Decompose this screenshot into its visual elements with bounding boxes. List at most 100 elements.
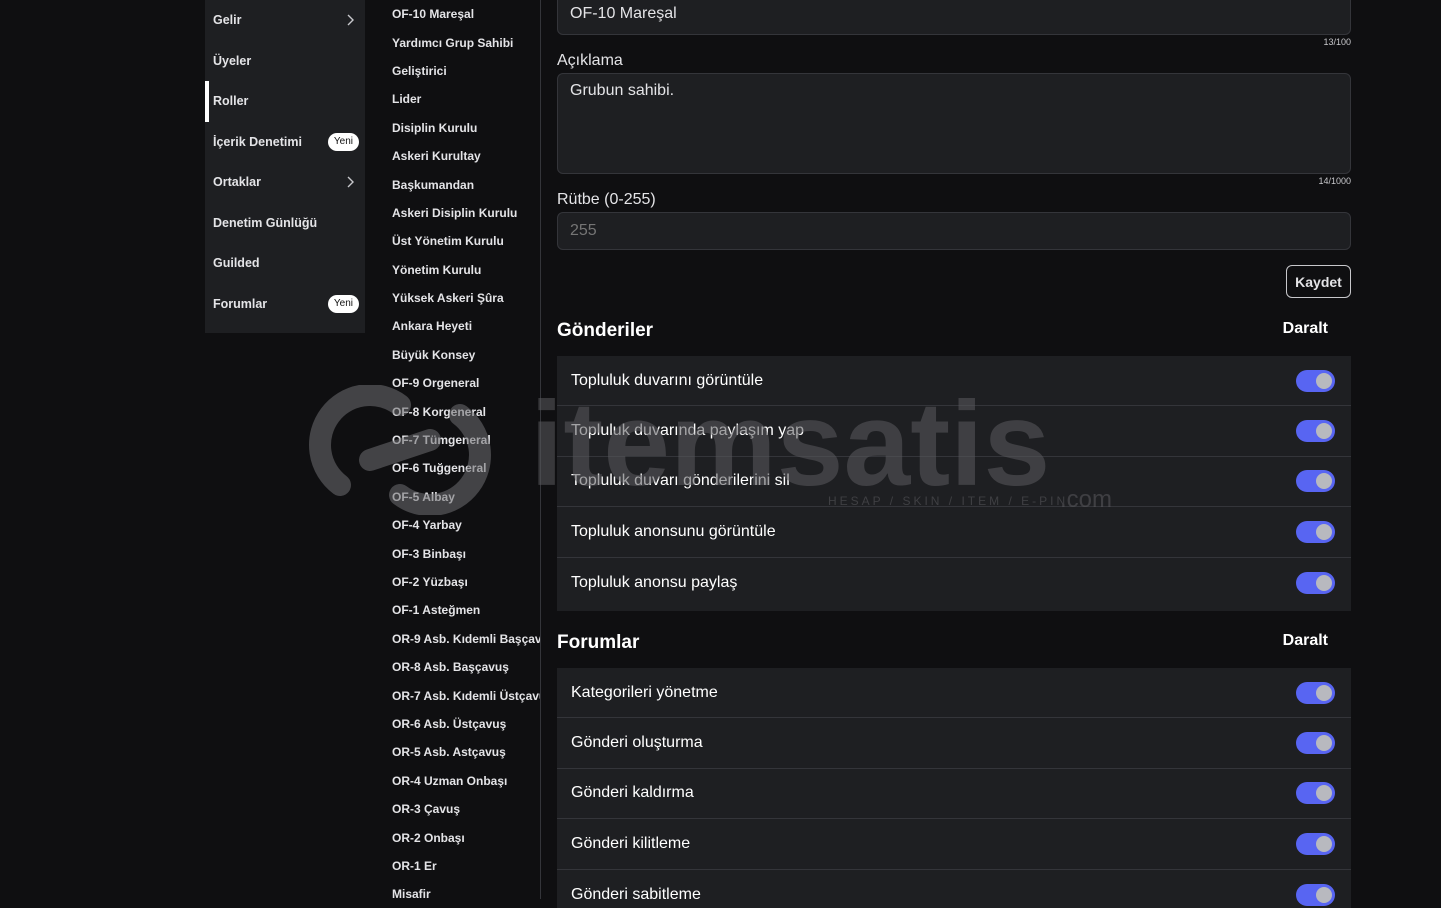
role-item[interactable]: OF-5 Albay <box>385 483 540 511</box>
role-item[interactable]: OR-1 Er <box>385 852 540 880</box>
permission-toggle[interactable] <box>1296 832 1335 855</box>
toggle-knob <box>1316 684 1332 701</box>
description-label: Açıklama <box>557 52 623 69</box>
role-item[interactable]: Büyük Konsey <box>385 341 540 369</box>
role-item[interactable]: OR-3 Çavuş <box>385 795 540 823</box>
role-item[interactable]: Ankara Heyeti <box>385 312 540 340</box>
role-item[interactable]: OR-6 Asb. Üstçavuş <box>385 710 540 738</box>
vertical-divider <box>540 0 541 899</box>
sidebar-item-label: Roller <box>213 94 249 109</box>
sidebar-item-3[interactable]: İçerik Denetimi Yeni <box>205 122 365 163</box>
role-item[interactable]: Lider <box>385 85 540 113</box>
permission-toggle[interactable] <box>1296 883 1335 906</box>
permission-row: Topluluk duvarını görüntüle <box>557 356 1351 407</box>
role-item[interactable]: Başkumandan <box>385 170 540 198</box>
role-item[interactable]: Yardımcı Grup Sahibi <box>385 28 540 56</box>
posts-section-title: Gönderiler <box>557 320 654 341</box>
role-item[interactable]: Disiplin Kurulu <box>385 114 540 142</box>
permission-label: Gönderi oluşturma <box>571 734 703 752</box>
permission-label: Topluluk duvarında paylaşım yap <box>571 422 805 440</box>
toggle-knob <box>1316 473 1332 490</box>
sidebar-item-5[interactable]: Denetim Günlüğü <box>205 203 365 244</box>
description-counter: 14/1000 <box>1318 176 1351 186</box>
permission-label: Topluluk anonsu paylaş <box>571 573 738 591</box>
sidebar-item-label: Denetim Günlüğü <box>213 215 318 230</box>
roles-list: OF-10 Mareşal Yardımcı Grup Sahibi Gelişti… <box>385 0 540 899</box>
role-item[interactable]: OF-6 Tuğgeneral <box>385 454 540 482</box>
role-item[interactable]: OR-9 Asb. Kıdemli Başçavuş <box>385 625 540 653</box>
role-item[interactable]: OF-2 Yüzbaşı <box>385 568 540 596</box>
permission-row: Topluluk duvarı gönderilerini sil <box>557 457 1351 508</box>
sidebar-item-1[interactable]: Üyeler <box>205 41 365 82</box>
rank-input[interactable] <box>557 212 1351 250</box>
toggle-knob <box>1316 574 1332 591</box>
role-item[interactable]: OR-2 Onbaşı <box>385 823 540 851</box>
permission-row: Topluluk anonsunu görüntüle <box>557 507 1351 558</box>
role-item[interactable]: Askeri Disiplin Kurulu <box>385 199 540 227</box>
toggle-knob <box>1316 886 1332 903</box>
role-item[interactable]: OR-8 Asb. Başçavuş <box>385 653 540 681</box>
role-item[interactable]: OF-3 Binbaşı <box>385 539 540 567</box>
sidebar-item-label: Gelir <box>213 13 242 28</box>
sidebar-item-6[interactable]: Guilded <box>205 243 365 284</box>
sidebar-item-7[interactable]: Forumlar Yeni <box>205 284 365 325</box>
role-item[interactable]: OF-10 Mareşal <box>385 0 540 28</box>
permission-label: Topluluk anonsunu görüntüle <box>571 522 776 540</box>
sidebar-item-label: Üyeler <box>213 53 252 68</box>
toggle-knob <box>1316 735 1332 752</box>
sidebar-item-label: Forumlar <box>213 296 268 311</box>
permission-row: Kategorileri yönetme <box>557 668 1351 719</box>
role-item[interactable]: Misafir <box>385 880 540 899</box>
permission-row: Topluluk anonsu paylaş <box>557 558 1351 608</box>
sidebar-item-2[interactable]: Roller <box>205 81 365 122</box>
settings-sidebar: Gelir Üyeler Roller İçerik Denetimi Yeni Orta… <box>205 0 365 333</box>
sidebar-item-4[interactable]: Ortaklar <box>205 162 365 203</box>
role-item[interactable]: OF-7 Tümgeneral <box>385 426 540 454</box>
permission-row: Gönderi kilitleme <box>557 819 1351 870</box>
permission-toggle[interactable] <box>1296 470 1335 493</box>
chevron-right-icon <box>347 176 354 188</box>
role-editor: 13/100 Açıklama Grubun sahibi. 14/1000 R… <box>557 0 1351 908</box>
permission-row: Topluluk duvarında paylaşım yap <box>557 406 1351 457</box>
toggle-knob <box>1316 835 1332 852</box>
forums-section-title: Forumlar <box>557 632 640 653</box>
role-item[interactable]: Üst Yönetim Kurulu <box>385 227 540 255</box>
toggle-knob <box>1316 523 1332 540</box>
role-item[interactable]: OR-7 Asb. Kıdemli Üstçavuş <box>385 681 540 709</box>
description-textarea[interactable]: Grubun sahibi. <box>557 73 1351 174</box>
permission-label: Kategorileri yönetme <box>571 683 718 701</box>
posts-collapse-button[interactable]: Daralt <box>1283 320 1328 338</box>
permission-label: Gönderi sabitleme <box>571 885 701 903</box>
role-item[interactable]: OF-9 Orgeneral <box>385 369 540 397</box>
permission-toggle[interactable] <box>1296 782 1335 805</box>
role-item[interactable]: Geliştirici <box>385 57 540 85</box>
permission-label: Gönderi kilitleme <box>571 834 691 852</box>
role-item[interactable]: OR-5 Asb. Astçavuş <box>385 738 540 766</box>
forums-permissions: Kategorileri yönetme Gönderi oluşturma Gön… <box>557 668 1351 908</box>
permission-toggle[interactable] <box>1296 420 1335 443</box>
role-item[interactable]: OF-4 Yarbay <box>385 511 540 539</box>
role-item[interactable]: OF-1 Asteğmen <box>385 596 540 624</box>
permission-label: Gönderi kaldırma <box>571 784 694 802</box>
permission-row: Gönderi oluşturma <box>557 718 1351 769</box>
role-name-input[interactable] <box>557 0 1351 35</box>
save-button[interactable]: Kaydet <box>1286 265 1351 298</box>
permission-toggle[interactable] <box>1296 732 1335 755</box>
permission-toggle[interactable] <box>1296 520 1335 543</box>
role-item[interactable]: Askeri Kurultay <box>385 142 540 170</box>
sidebar-item-0[interactable]: Gelir <box>205 0 365 41</box>
permission-toggle[interactable] <box>1296 681 1335 704</box>
role-item[interactable]: Yüksek Askeri Şûra <box>385 284 540 312</box>
toggle-knob <box>1316 423 1332 440</box>
sidebar-item-label: Guilded <box>213 256 260 271</box>
toggle-knob <box>1316 372 1332 389</box>
permission-toggle[interactable] <box>1296 369 1335 392</box>
role-item[interactable]: OR-4 Uzman Onbaşı <box>385 767 540 795</box>
posts-permissions: Topluluk duvarını görüntüle Topluluk duva… <box>557 356 1351 611</box>
role-item[interactable]: OF-8 Korgeneral <box>385 397 540 425</box>
permission-row: Gönderi kaldırma <box>557 769 1351 820</box>
forums-collapse-button[interactable]: Daralt <box>1283 632 1328 650</box>
permission-toggle[interactable] <box>1296 571 1335 594</box>
rank-label: Rütbe (0-255) <box>557 191 656 208</box>
role-item[interactable]: Yönetim Kurulu <box>385 256 540 284</box>
